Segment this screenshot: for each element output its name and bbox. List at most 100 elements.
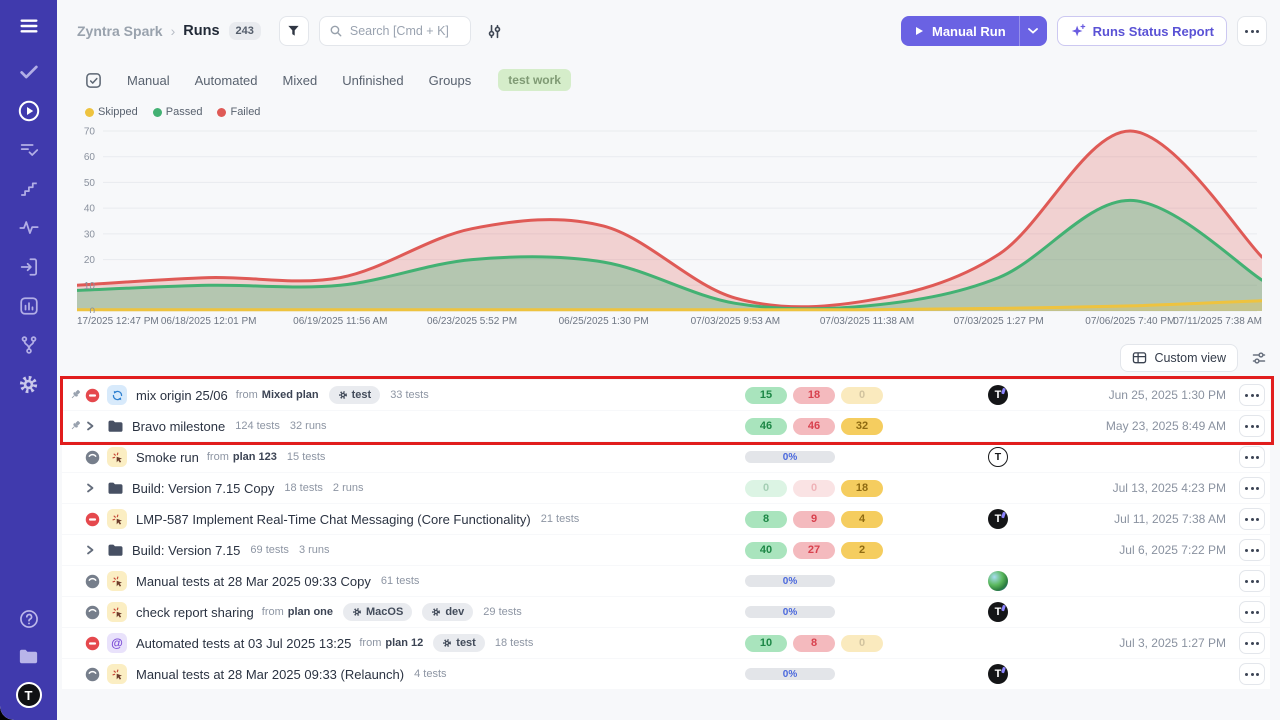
row-more-button[interactable] (1239, 601, 1265, 623)
gear-icon (352, 607, 362, 617)
documents-folder-icon[interactable] (17, 644, 41, 668)
config-badge[interactable]: dev (422, 603, 473, 621)
config-badge[interactable]: MacOS (343, 603, 412, 621)
board-view-icon[interactable] (85, 72, 102, 89)
run-title[interactable]: Build: Version 7.15 Copy (132, 481, 274, 496)
run-title[interactable]: Manual tests at 28 Mar 2025 09:33 Copy (136, 574, 371, 589)
svg-text:40: 40 (84, 204, 96, 215)
sidebar-signin-box-icon[interactable] (17, 255, 41, 279)
assignee-avatar[interactable]: T (988, 602, 1008, 622)
run-title[interactable]: Smoke run (136, 450, 199, 465)
sidebar-tests-icon[interactable] (17, 60, 41, 84)
run-row[interactable]: Manual tests at 28 Mar 2025 09:33 Copy 61… (62, 566, 1270, 596)
sidebar-reports-icon[interactable] (17, 294, 41, 318)
run-title[interactable]: mix origin 25/06 (136, 388, 228, 403)
manual-run-split-button: Manual Run (901, 16, 1047, 46)
funnel-icon (286, 24, 301, 38)
status-in-progress-icon (85, 605, 100, 620)
run-row[interactable]: Manual tests at 28 Mar 2025 09:33 (Relau… (62, 659, 1270, 689)
manual-run-dropdown[interactable] (1020, 16, 1047, 46)
run-title[interactable]: Build: Version 7.15 (132, 543, 240, 558)
tab-mixed[interactable]: Mixed (283, 73, 318, 88)
help-icon[interactable] (17, 607, 41, 631)
run-title[interactable]: Automated tests at 03 Jul 2025 13:25 (136, 636, 351, 651)
run-row[interactable]: Bravo milestone124 tests32 runs464632May… (62, 411, 1270, 441)
run-row[interactable]: LMP-587 Implement Real-Time Chat Messagi… (62, 504, 1270, 534)
tab-automated[interactable]: Automated (195, 73, 258, 88)
search-input[interactable]: Search [Cmd + K] (319, 16, 471, 46)
sidebar-activity-icon[interactable] (17, 216, 41, 240)
active-filter-tag[interactable]: test work (498, 69, 571, 91)
filter-button[interactable] (279, 16, 309, 46)
config-badge[interactable]: test (433, 634, 485, 652)
row-more-button[interactable] (1239, 632, 1265, 654)
assignee-avatar[interactable]: T (988, 447, 1008, 467)
tab-unfinished[interactable]: Unfinished (342, 73, 403, 88)
row-more-button[interactable] (1239, 477, 1265, 499)
run-date: Jul 6, 2025 7:22 PM (1119, 543, 1226, 557)
run-row[interactable]: mix origin 25/06fromMixed plantest33 tes… (62, 380, 1270, 410)
workspace-avatar[interactable]: T (16, 682, 42, 708)
breadcrumb-project[interactable]: Zyntra Spark (77, 23, 163, 39)
run-row[interactable]: Smoke runfromplan 12315 tests0%T (62, 442, 1270, 472)
play-icon (914, 26, 924, 36)
plan-name[interactable]: Mixed plan (262, 389, 319, 401)
svg-text:30: 30 (84, 229, 96, 240)
pin-icon[interactable] (69, 388, 82, 401)
assignee-avatar[interactable]: T (988, 385, 1008, 405)
legend-dot (153, 108, 162, 117)
run-title[interactable]: Manual tests at 28 Mar 2025 09:33 (Relau… (136, 667, 404, 682)
tab-manual[interactable]: Manual (127, 73, 170, 88)
list-settings-icon[interactable] (1251, 350, 1267, 366)
runs-status-report-button[interactable]: Runs Status Report (1057, 16, 1227, 46)
tab-groups[interactable]: Groups (429, 73, 472, 88)
assignee-avatar[interactable] (988, 571, 1008, 591)
sidebar-test-plans-icon[interactable] (17, 138, 41, 162)
row-more-button[interactable] (1239, 570, 1265, 592)
result-pill-green: 10 (745, 635, 787, 652)
legend-item-skipped: Skipped (85, 106, 138, 118)
sidebar-milestones-icon[interactable] (17, 177, 41, 201)
menu-icon[interactable] (17, 14, 41, 38)
header-more-button[interactable] (1237, 16, 1267, 46)
plan-name[interactable]: plan 123 (233, 451, 277, 463)
table-grid-icon (1132, 351, 1147, 365)
row-more-button[interactable] (1239, 508, 1265, 530)
pin-icon[interactable] (69, 419, 82, 432)
run-row[interactable]: @Automated tests at 03 Jul 2025 13:25fro… (62, 628, 1270, 658)
page-title: Runs (183, 23, 219, 39)
run-title[interactable]: LMP-587 Implement Real-Time Chat Messagi… (136, 512, 531, 527)
expand-chevron-icon[interactable] (85, 483, 100, 493)
run-row[interactable]: check report sharingfromplan oneMacOSdev… (62, 597, 1270, 627)
sidebar-runs-icon[interactable] (17, 99, 41, 123)
row-more-button[interactable] (1239, 539, 1265, 561)
assignee-avatar[interactable]: T (988, 664, 1008, 684)
manual-run-button[interactable]: Manual Run (901, 16, 1019, 46)
row-more-button[interactable] (1239, 663, 1265, 685)
run-row[interactable]: Build: Version 7.1569 tests3 runs40272Ju… (62, 535, 1270, 565)
run-title[interactable]: check report sharing (136, 605, 254, 620)
result-pill-red: 27 (793, 542, 835, 559)
expand-chevron-icon[interactable] (85, 545, 100, 555)
sidebar-settings-gear-icon[interactable] (17, 372, 41, 396)
chart-x-axis-labels: 17/2025 12:47 PM06/18/2025 12:01 PM06/19… (77, 316, 1262, 332)
count-label: 61 tests (381, 575, 420, 587)
assignee-avatar[interactable]: T (988, 509, 1008, 529)
run-row[interactable]: Build: Version 7.15 Copy18 tests2 runs00… (62, 473, 1270, 503)
row-more-button[interactable] (1239, 415, 1265, 437)
search-placeholder: Search [Cmd + K] (350, 24, 449, 38)
count-label: 18 tests (495, 637, 534, 649)
search-settings-icon[interactable] (486, 23, 503, 40)
row-more-button[interactable] (1239, 446, 1265, 468)
config-badge[interactable]: test (329, 386, 381, 404)
run-title[interactable]: Bravo milestone (132, 419, 225, 434)
progress-bar: 0% (745, 606, 835, 618)
plan-name[interactable]: plan 12 (385, 637, 423, 649)
svg-text:10: 10 (84, 281, 96, 292)
row-more-button[interactable] (1239, 384, 1265, 406)
sidebar-integrations-branch-icon[interactable] (17, 333, 41, 357)
plan-name[interactable]: plan one (288, 606, 333, 618)
custom-view-button[interactable]: Custom view (1120, 344, 1238, 372)
expand-chevron-icon[interactable] (85, 421, 100, 431)
run-date: May 23, 2025 8:49 AM (1106, 419, 1226, 433)
